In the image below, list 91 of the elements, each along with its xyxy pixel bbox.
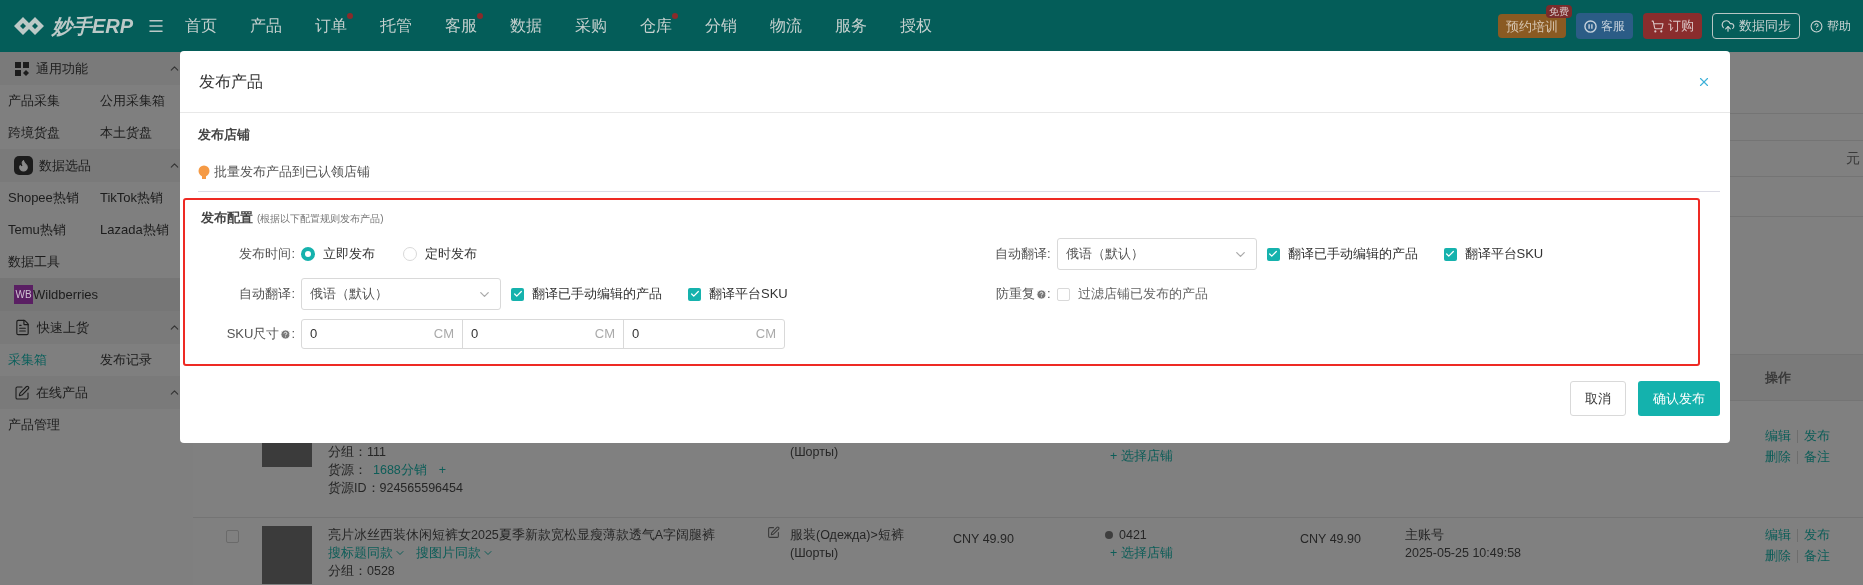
help-icon <box>1810 19 1823 33</box>
edit-icon <box>14 384 30 401</box>
dialog-title: 发布产品 <box>199 71 263 92</box>
checkbox-label[interactable]: 翻译平台SKU <box>709 284 788 304</box>
sidebar-item[interactable]: 产品管理 <box>0 409 92 441</box>
tip-text: 批量发布产品到已认领店铺 <box>214 163 370 182</box>
group-text: 分组：111 <box>328 444 387 461</box>
flame-icon <box>14 156 33 175</box>
field-label: SKU尺寸 <box>226 325 280 344</box>
source-label: 货源： <box>328 462 367 479</box>
nav-link[interactable]: 首页 <box>185 17 218 34</box>
edit-icon[interactable] <box>767 526 780 539</box>
category-text: (Шорты) <box>790 444 840 461</box>
service-button[interactable]: 客服 <box>1576 13 1633 39</box>
field-label: 发布时间: <box>239 245 295 264</box>
document-icon <box>14 319 31 336</box>
help-link[interactable]: 帮助 <box>1810 17 1851 35</box>
sidebar-group-title: 通用功能 <box>36 59 88 78</box>
language-select[interactable]: 俄语（默认） <box>1056 238 1257 270</box>
checkbox-label[interactable]: 过滤店铺已发布的产品 <box>1077 284 1208 304</box>
column-header: 操作 <box>1764 368 1792 387</box>
section-title: 发布店铺 <box>198 126 251 144</box>
nav-link[interactable]: 物流 <box>770 17 803 34</box>
free-badge: 免费 <box>1546 4 1572 18</box>
field-label: 防重复 <box>995 285 1035 304</box>
pause-circle-icon <box>1584 19 1597 33</box>
size-input[interactable]: 0 CM <box>623 319 785 349</box>
radio-label: 定时发布 <box>425 245 477 264</box>
source-id-text: 货源ID：924565596454 <box>328 480 464 497</box>
category-text: 服装(Одежда)>短裤 <box>790 527 905 544</box>
product-photo <box>262 526 312 584</box>
checkbox[interactable] <box>688 287 701 301</box>
account-text: 主账号 <box>1405 527 1445 544</box>
language-select[interactable]: 俄语（默认） <box>301 278 501 310</box>
price-text: CNY 49.90 <box>1300 532 1361 546</box>
label-colon: : <box>291 325 295 344</box>
size-input[interactable]: 0 CM <box>301 319 463 349</box>
checkbox[interactable] <box>511 287 524 301</box>
app-logo-text: 妙手ERP <box>52 14 134 39</box>
order-button[interactable]: 订购 <box>1643 13 1702 39</box>
bulb-icon <box>198 164 210 180</box>
product-title: 亮片冰丝西装休闲短裤女2025夏季新款宽松显瘦薄款透气A字阔腿裤 <box>328 527 716 544</box>
unit-label: CM <box>755 325 776 344</box>
unit-label: CM <box>594 325 615 344</box>
radio-label: 立即发布 <box>323 245 375 264</box>
field-label: 自动翻译: <box>994 245 1051 264</box>
wb-logo: WB <box>14 285 33 304</box>
nav-link[interactable]: 仓库 <box>640 17 673 34</box>
sidebar-item[interactable]: 跨境货盘 <box>0 117 92 149</box>
cart-icon <box>1651 19 1664 33</box>
store-text: 0421 <box>1119 527 1147 544</box>
checkbox-label[interactable]: 翻译已手动编辑的产品 <box>532 284 662 304</box>
group-text: 分组：0528 <box>328 563 396 580</box>
sidebar-group-title: 在线产品 <box>36 383 88 402</box>
sidebar-group-title: Wildberries <box>33 285 98 304</box>
checkbox-label[interactable]: 翻译平台SKU <box>1464 244 1544 264</box>
nav-link[interactable]: 服务 <box>835 17 868 34</box>
nav-link[interactable]: 订单 <box>315 17 348 34</box>
radio-button[interactable] <box>301 247 315 261</box>
menu-icon[interactable] <box>147 17 166 35</box>
category-text: (Шорты) <box>790 545 840 562</box>
size-input[interactable]: 0 CM <box>462 319 624 349</box>
checkbox-label[interactable]: 翻译已手动编辑的产品 <box>1287 244 1418 264</box>
section-title: 发布配置 <box>201 209 253 227</box>
unit-label: CM <box>433 325 454 344</box>
nav-link[interactable]: 产品 <box>250 17 283 34</box>
date-text: 2025-05-25 10:49:58 <box>1405 545 1523 562</box>
checkbox[interactable] <box>1266 247 1280 261</box>
sidebar-item[interactable]: 产品采集 <box>0 85 92 117</box>
section-note: (根据以下配置规则发布产品) <box>257 212 384 226</box>
sidebar-group-title: 数据选品 <box>39 156 91 175</box>
cloud-upload-icon <box>1721 19 1735 33</box>
checkbox[interactable] <box>1443 247 1457 261</box>
nav-link[interactable]: 授权 <box>900 17 933 34</box>
price-text: CNY 49.90 <box>953 532 1014 546</box>
sidebar-group-title: 快速上货 <box>37 318 89 337</box>
grid-icon <box>14 60 30 77</box>
nav-link[interactable]: 数据 <box>510 17 543 34</box>
sidebar-item[interactable]: 数据工具 <box>0 246 92 278</box>
confirm-button[interactable]: 确认发布 <box>1638 381 1720 416</box>
nav-link[interactable]: 分销 <box>705 17 738 34</box>
label-colon: : <box>1046 285 1051 304</box>
sidebar-item[interactable]: Temu热销 <box>0 214 92 246</box>
field-label: 自动翻译: <box>239 285 295 304</box>
nav-link[interactable]: 采购 <box>575 17 608 34</box>
sidebar-item[interactable]: Shopee热销 <box>0 182 92 214</box>
nav-link[interactable]: 托管 <box>380 17 413 34</box>
header-cell-text: 元 <box>1846 149 1860 168</box>
cancel-button[interactable]: 取消 <box>1570 381 1626 416</box>
nav-link[interactable]: 客服 <box>445 17 478 34</box>
sync-button[interactable]: 数据同步 <box>1712 13 1800 39</box>
